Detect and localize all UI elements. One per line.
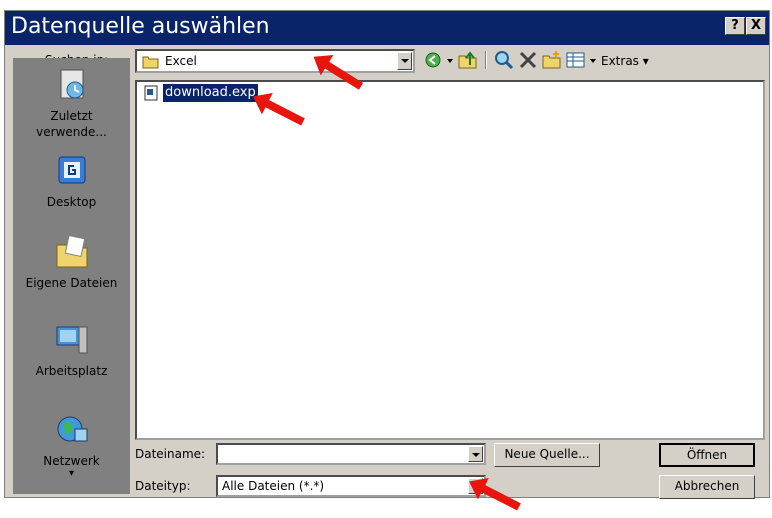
my-documents-icon	[56, 234, 87, 268]
place-recent[interactable]: Zuletzt verwende...	[13, 66, 130, 140]
look-in-value: Excel	[165, 54, 197, 68]
history-icon	[60, 69, 83, 99]
places-scroll-down-icon[interactable]: ▾	[13, 469, 130, 479]
cancel-button[interactable]: Abbrechen	[659, 475, 755, 499]
filetype-value: Alle Dateien (*.*)	[222, 479, 325, 493]
open-button[interactable]: Öffnen	[659, 443, 755, 467]
views-icon[interactable]	[565, 49, 587, 71]
extras-menu[interactable]: Extras ▾	[601, 54, 649, 68]
place-network[interactable]: Netzwerk ▾	[13, 411, 130, 479]
places-bar: Zuletzt verwende... Desktop Eigene Datei…	[13, 58, 130, 494]
network-icon	[57, 416, 87, 442]
filename-chevron-down-icon[interactable]	[468, 446, 483, 462]
place-my-computer[interactable]: Arbeitsplatz	[13, 321, 130, 379]
file-name: download.exp	[163, 84, 258, 102]
back-icon[interactable]	[423, 49, 445, 71]
title-bar: Datenquelle auswählen ? X	[5, 11, 769, 45]
place-my-computer-label: Arbeitsplatz	[35, 364, 108, 378]
place-recent-label-2: verwende...	[36, 125, 107, 139]
file-list[interactable]: download.exp	[135, 80, 765, 440]
search-web-icon[interactable]	[493, 49, 515, 71]
place-desktop[interactable]: Desktop	[13, 152, 130, 210]
up-folder-icon[interactable]	[457, 49, 479, 71]
desktop-icon	[58, 156, 85, 184]
file-icon	[144, 85, 158, 101]
new-folder-icon[interactable]	[541, 49, 563, 71]
extras-label: Extras	[601, 54, 639, 68]
close-button[interactable]: X	[746, 17, 766, 35]
filetype-dropdown[interactable]: Alle Dateien (*.*)	[216, 475, 486, 497]
place-desktop-label: Desktop	[46, 195, 97, 209]
views-dropdown-icon[interactable]	[588, 49, 598, 71]
help-button[interactable]: ?	[725, 17, 745, 35]
my-computer-icon	[56, 326, 87, 354]
new-source-button[interactable]: Neue Quelle...	[494, 443, 600, 467]
chevron-down-icon[interactable]	[397, 52, 412, 70]
file-open-dialog: Datenquelle auswählen ? X Suchen in: Exc…	[4, 10, 770, 499]
dialog-title: Datenquelle auswählen	[11, 14, 270, 39]
folder-icon	[142, 56, 159, 69]
filetype-label: Dateityp:	[135, 479, 191, 493]
delete-icon[interactable]	[517, 49, 539, 71]
filename-input[interactable]	[216, 443, 486, 465]
place-recent-label: Zuletzt	[50, 109, 93, 123]
look-in-dropdown[interactable]: Excel	[135, 49, 415, 73]
place-my-documents-label: Eigene Dateien	[25, 276, 118, 290]
place-network-label: Netzwerk	[43, 454, 100, 468]
toolbar-separator	[485, 51, 487, 69]
place-my-documents[interactable]: Eigene Dateien	[13, 233, 130, 291]
back-dropdown-icon[interactable]	[445, 49, 455, 71]
filename-label: Dateiname:	[135, 447, 206, 461]
